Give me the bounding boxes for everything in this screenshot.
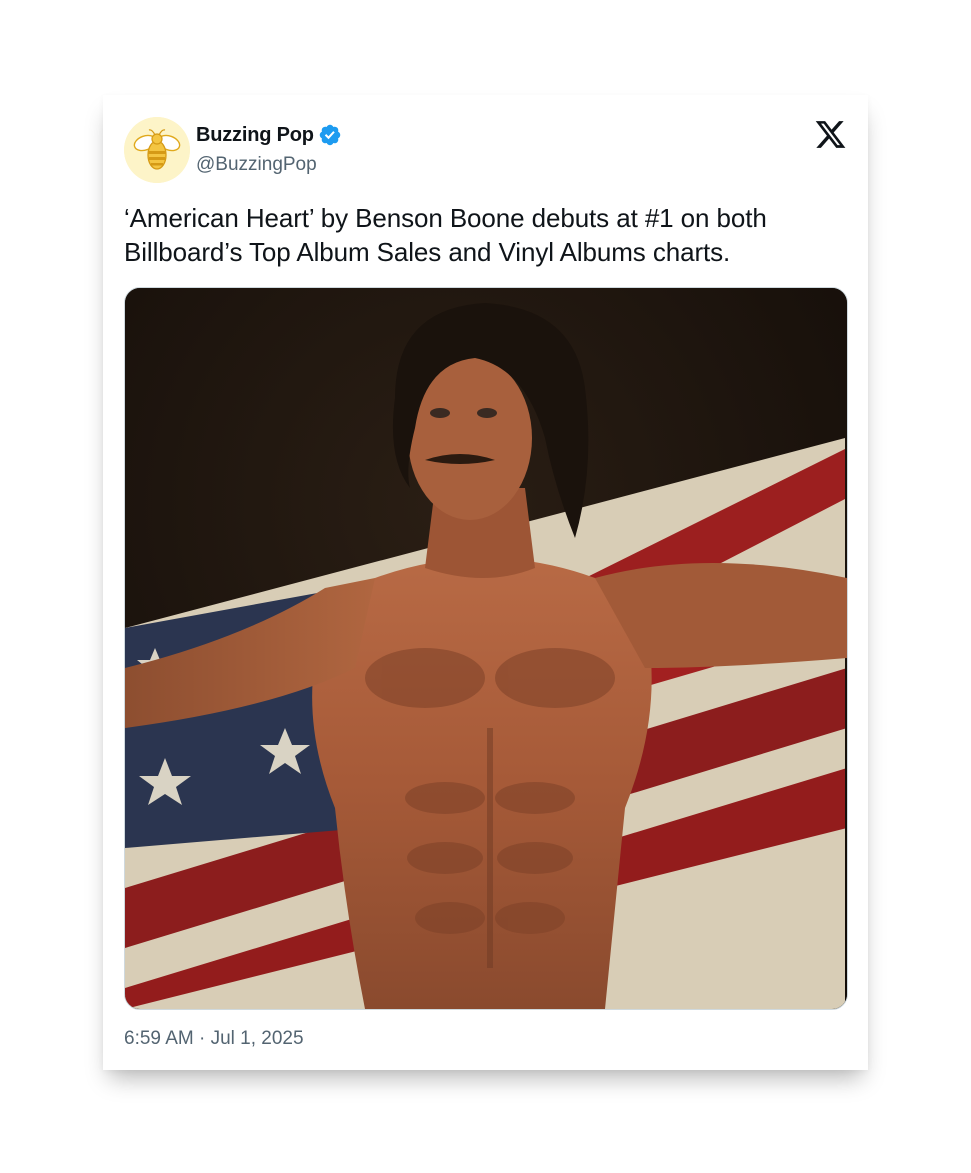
tweet-text: ‘American Heart’ by Benson Boone debuts … xyxy=(124,203,767,267)
tweet-timestamp[interactable]: 6:59 AM · Jul 1, 2025 xyxy=(124,1028,304,1050)
display-name[interactable]: Buzzing Pop xyxy=(196,124,314,147)
meta-separator: · xyxy=(199,1028,206,1049)
bee-icon xyxy=(124,117,190,183)
tweet-media-image[interactable] xyxy=(124,287,848,1010)
author-name-row[interactable]: Buzzing Pop xyxy=(196,123,342,147)
author-handle[interactable]: @BuzzingPop xyxy=(196,154,317,176)
tweet-date[interactable]: Jul 1, 2025 xyxy=(211,1028,304,1049)
verified-badge-icon xyxy=(318,123,342,147)
x-logo-icon[interactable] xyxy=(814,118,847,151)
photo-illustration xyxy=(125,288,847,1009)
avatar[interactable] xyxy=(124,117,190,183)
tweet-card[interactable]: Buzzing Pop @BuzzingPop ‘American Heart’… xyxy=(103,95,868,1070)
tweet-time[interactable]: 6:59 AM xyxy=(124,1028,194,1049)
